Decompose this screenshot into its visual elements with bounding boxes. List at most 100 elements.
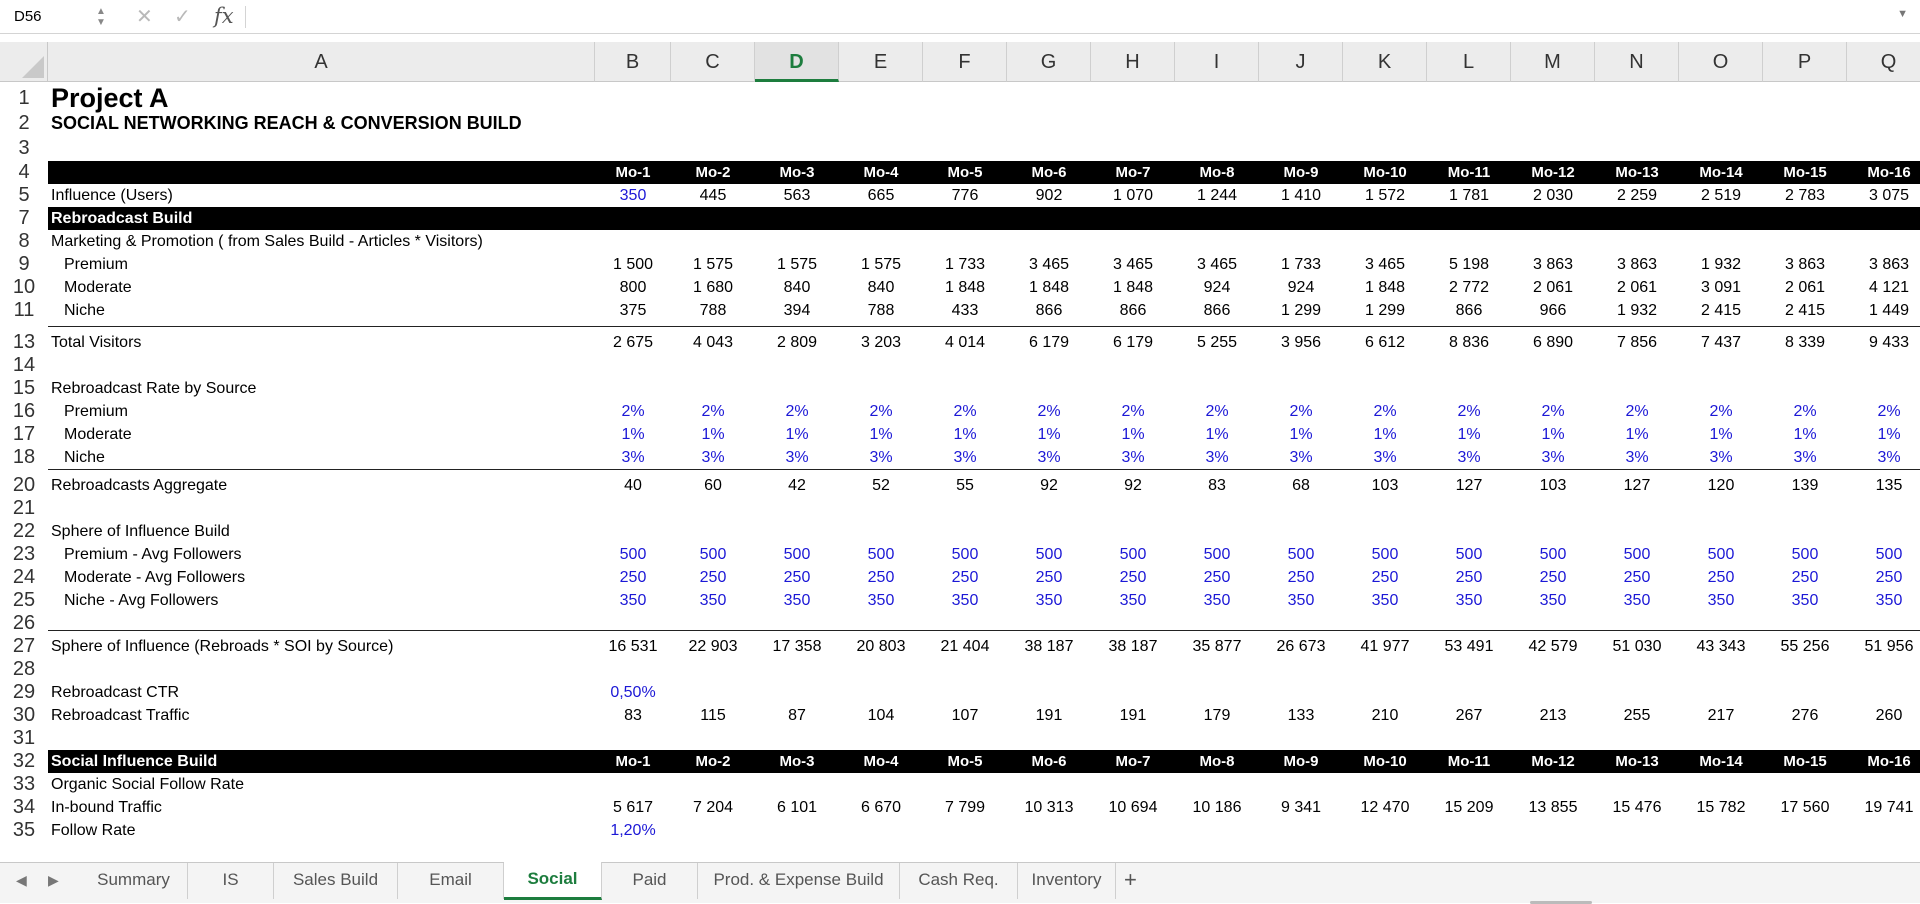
- value-cell[interactable]: 3%: [1427, 446, 1511, 469]
- value-cell[interactable]: Mo-3: [755, 750, 839, 773]
- value-cell[interactable]: 433: [923, 299, 1007, 322]
- value-cell[interactable]: 1 781: [1427, 184, 1511, 207]
- value-cell[interactable]: 6 890: [1511, 331, 1595, 354]
- value-cell[interactable]: 52: [839, 474, 923, 497]
- value-cell[interactable]: 1 932: [1679, 253, 1763, 276]
- row-label-cell[interactable]: Follow Rate: [51, 819, 135, 842]
- value-cell[interactable]: Mo-8: [1175, 161, 1259, 184]
- value-cell[interactable]: 40: [595, 474, 671, 497]
- value-cell[interactable]: Mo-6: [1007, 161, 1091, 184]
- row-label-cell[interactable]: Rebroadcasts Aggregate: [51, 474, 227, 497]
- value-cell[interactable]: Mo-16: [1847, 161, 1920, 184]
- row-label-cell[interactable]: Organic Social Follow Rate: [51, 773, 244, 796]
- row-label-cell[interactable]: Premium: [64, 400, 128, 423]
- value-cell[interactable]: 8 836: [1427, 331, 1511, 354]
- column-header-c[interactable]: C: [671, 42, 755, 82]
- value-cell[interactable]: 2%: [755, 400, 839, 423]
- value-cell[interactable]: 3 465: [1343, 253, 1427, 276]
- value-cell[interactable]: 1 299: [1259, 299, 1343, 322]
- value-cell[interactable]: 3 863: [1847, 253, 1920, 276]
- row-header-9[interactable]: 9: [0, 253, 48, 276]
- value-cell[interactable]: 350: [1427, 589, 1511, 612]
- row-label-cell[interactable]: Rebroadcast Traffic: [51, 704, 189, 727]
- value-cell[interactable]: 17 358: [755, 635, 839, 658]
- value-cell[interactable]: 2%: [1259, 400, 1343, 423]
- value-cell[interactable]: 8 339: [1763, 331, 1847, 354]
- value-cell[interactable]: 2%: [671, 400, 755, 423]
- value-cell[interactable]: 3%: [1763, 446, 1847, 469]
- value-cell[interactable]: 866: [1175, 299, 1259, 322]
- value-cell[interactable]: 1%: [1679, 423, 1763, 446]
- value-cell[interactable]: 1%: [1259, 423, 1343, 446]
- value-cell[interactable]: 35 877: [1175, 635, 1259, 658]
- value-cell[interactable]: 55 256: [1763, 635, 1847, 658]
- value-cell[interactable]: 6 670: [839, 796, 923, 819]
- value-cell[interactable]: 7 437: [1679, 331, 1763, 354]
- value-cell[interactable]: Mo-5: [923, 161, 1007, 184]
- row-header-22[interactable]: 22: [0, 520, 48, 543]
- value-cell[interactable]: 350: [1679, 589, 1763, 612]
- value-cell[interactable]: 250: [1595, 566, 1679, 589]
- value-cell[interactable]: 500: [1679, 543, 1763, 566]
- value-cell[interactable]: 500: [1091, 543, 1175, 566]
- column-header-e[interactable]: E: [839, 42, 923, 82]
- column-header-b[interactable]: B: [595, 42, 671, 82]
- value-cell[interactable]: 2%: [1091, 400, 1175, 423]
- row-header-13[interactable]: 13: [0, 331, 48, 354]
- value-cell[interactable]: 924: [1175, 276, 1259, 299]
- value-cell[interactable]: 2%: [1175, 400, 1259, 423]
- row-header-1[interactable]: 1: [0, 84, 48, 112]
- value-cell[interactable]: 3%: [671, 446, 755, 469]
- value-cell[interactable]: 1 410: [1259, 184, 1343, 207]
- value-cell[interactable]: 7 799: [923, 796, 1007, 819]
- value-cell[interactable]: 500: [671, 543, 755, 566]
- value-cell[interactable]: 3 075: [1847, 184, 1920, 207]
- value-cell[interactable]: 3 465: [1007, 253, 1091, 276]
- value-cell[interactable]: 1%: [1511, 423, 1595, 446]
- row-label-cell[interactable]: Moderate: [64, 276, 132, 299]
- column-header-d[interactable]: D: [755, 42, 839, 82]
- row-header-8[interactable]: 8: [0, 230, 48, 253]
- row-label-cell[interactable]: Total Visitors: [51, 331, 141, 354]
- value-cell[interactable]: 350: [1847, 589, 1920, 612]
- value-cell[interactable]: 92: [1091, 474, 1175, 497]
- value-cell[interactable]: 902: [1007, 184, 1091, 207]
- value-cell[interactable]: 1,20%: [595, 819, 671, 842]
- value-cell[interactable]: Mo-16: [1847, 750, 1920, 773]
- value-cell[interactable]: Mo-14: [1679, 750, 1763, 773]
- value-cell[interactable]: Mo-2: [671, 161, 755, 184]
- value-cell[interactable]: 866: [1091, 299, 1175, 322]
- value-cell[interactable]: 350: [1343, 589, 1427, 612]
- value-cell[interactable]: 55: [923, 474, 1007, 497]
- row-header-15[interactable]: 15: [0, 377, 48, 400]
- value-cell[interactable]: 87: [755, 704, 839, 727]
- value-cell[interactable]: 127: [1427, 474, 1511, 497]
- column-header-k[interactable]: K: [1343, 42, 1427, 82]
- value-cell[interactable]: 1%: [595, 423, 671, 446]
- value-cell[interactable]: 665: [839, 184, 923, 207]
- value-cell[interactable]: 43 343: [1679, 635, 1763, 658]
- row-header-17[interactable]: 17: [0, 423, 48, 446]
- value-cell[interactable]: 394: [755, 299, 839, 322]
- value-cell[interactable]: 1 932: [1595, 299, 1679, 322]
- value-cell[interactable]: Mo-5: [923, 750, 1007, 773]
- value-cell[interactable]: 60: [671, 474, 755, 497]
- row-header-2[interactable]: 2: [0, 112, 48, 135]
- value-cell[interactable]: Mo-1: [595, 161, 671, 184]
- value-cell[interactable]: 5 198: [1427, 253, 1511, 276]
- value-cell[interactable]: 15 476: [1595, 796, 1679, 819]
- row-header-24[interactable]: 24: [0, 566, 48, 589]
- value-cell[interactable]: 1 848: [1007, 276, 1091, 299]
- value-cell[interactable]: Mo-9: [1259, 750, 1343, 773]
- row-header-18[interactable]: 18: [0, 446, 48, 469]
- value-cell[interactable]: 3%: [1595, 446, 1679, 469]
- value-cell[interactable]: 500: [1343, 543, 1427, 566]
- value-cell[interactable]: 267: [1427, 704, 1511, 727]
- value-cell[interactable]: Mo-6: [1007, 750, 1091, 773]
- column-header-j[interactable]: J: [1259, 42, 1343, 82]
- value-cell[interactable]: 1%: [839, 423, 923, 446]
- value-cell[interactable]: 3 956: [1259, 331, 1343, 354]
- value-cell[interactable]: 1%: [1595, 423, 1679, 446]
- value-cell[interactable]: 5 255: [1175, 331, 1259, 354]
- value-cell[interactable]: 800: [595, 276, 671, 299]
